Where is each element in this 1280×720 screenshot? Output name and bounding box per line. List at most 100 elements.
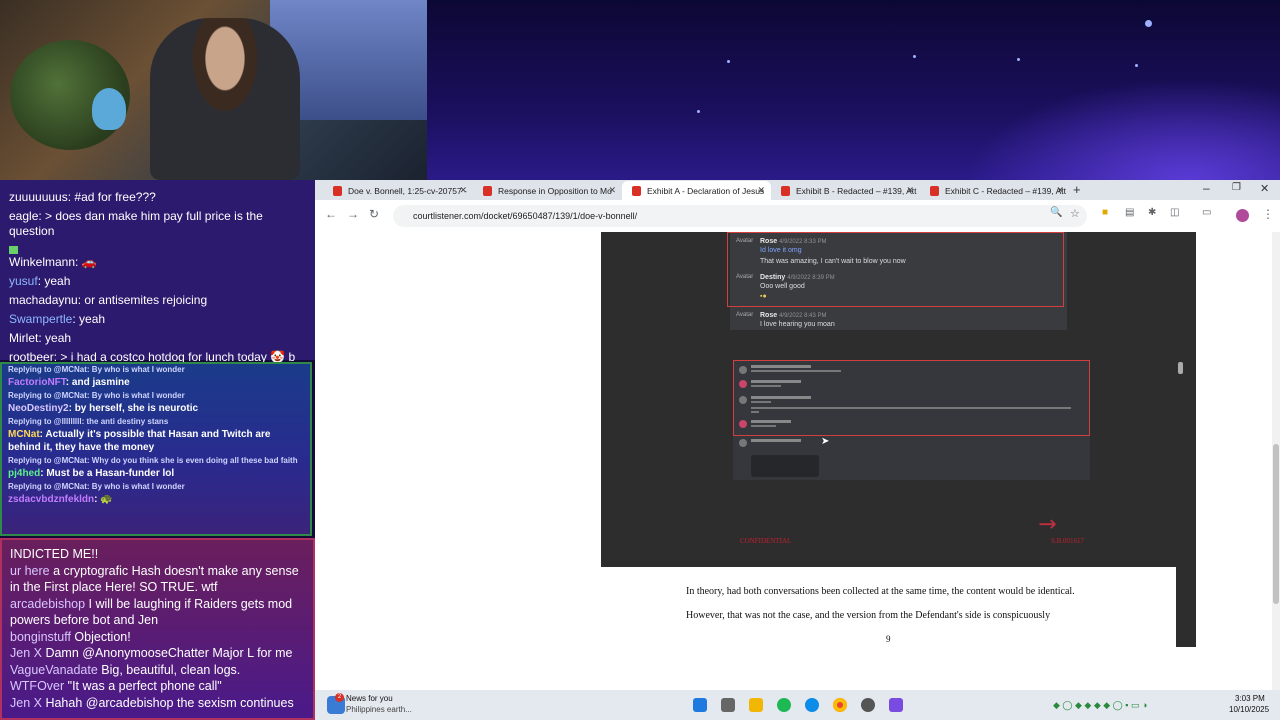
page-scrollbar[interactable] [1272,232,1280,690]
browser-window: Doe v. Bonnell, 1:25-cv-20757 - ✕ Respons… [315,180,1280,690]
chat-message: ur here a cryptografic Hash doesn't make… [10,563,299,595]
cursor-icon: ➤ [821,436,830,447]
chat-message: INDICTED ME!! [10,547,99,561]
paragraph-line: In theory, had both conversations been c… [686,586,1075,597]
minimize-button[interactable]: – [1203,181,1210,195]
message-text: Id love it omg [760,247,802,254]
paragraph-line: However, that was not the case, and the … [686,610,1051,621]
zoom-icon[interactable]: 🔍 [1050,207,1062,218]
pdf-text-block: CONFIDENTIAL S.B.001617 In theory, had b… [601,537,1176,647]
news-badge: 2 [335,693,344,702]
tray-icons[interactable]: ◆ ◯ ◆ ◆ ◆ ◆ ◯ ▪ ▭ ◑ [1053,700,1147,711]
reply-context: Replying to @MCNat: By who is what I won… [8,482,185,491]
avatar-label: Avatar [736,274,754,280]
chat-panel-mid: Replying to @MCNat: By who is what I won… [0,362,312,536]
chat-message: Mirlet: yeah [9,331,72,345]
maximize-button[interactable]: ❐ [1232,182,1241,193]
webcam-person [150,18,300,180]
profile-avatar[interactable] [1236,209,1249,222]
close-icon[interactable]: ✕ [757,185,765,196]
emote-icon [0,241,315,254]
bates-number: S.B.001617 [1051,537,1085,545]
taskbar: 2 News for you Philippines earth... ◆ ◯ … [315,690,1280,720]
tab-response-opposition[interactable]: Response in Opposition to Mo ✕ [473,181,622,200]
message-screenshot-2 [733,360,1090,480]
sidepanel-icon[interactable]: ▭ [1202,207,1211,218]
bookmark-star-icon[interactable]: ☆ [1070,207,1080,220]
back-icon[interactable]: ← [325,207,337,221]
avatar-label: Avatar [736,238,754,244]
emoji-icon: ▪● [760,293,767,300]
tab-bar: Doe v. Bonnell, 1:25-cv-20757 - ✕ Respons… [315,180,1280,200]
file-explorer-icon[interactable] [749,698,763,712]
close-icon[interactable]: ✕ [1056,185,1064,196]
message-text: I love hearing you moan [760,321,835,328]
pdf-icon [632,185,641,196]
chat-message: FactorioNFT: and jasmine [8,377,130,388]
arrow-icon: ↘ [1031,508,1063,540]
windows-start-icon[interactable] [693,698,707,712]
extension-icon[interactable]: ✱ [1148,207,1156,218]
reload-icon[interactable]: ↻ [369,207,379,221]
close-icon[interactable]: ✕ [608,185,616,196]
chat-message: NeoDestiny2: by herself, she is neurotic [8,403,199,414]
page-number: 9 [886,634,891,644]
chat-message: Winkelmann: 🚗 [9,255,97,269]
tab-exhibit-b[interactable]: Exhibit B - Redacted – #139, Att ✕ [771,181,920,200]
avatar-label: Avatar [736,312,754,318]
chat-message: yusuf: yeah [9,274,71,288]
pdf-viewer: Avatar Rose 4/9/2022 8:33 PM Id love it … [315,232,1280,690]
pdf-icon [930,185,939,196]
chat-message: VagueVanadate Big, beautiful, clean logs… [10,662,241,677]
puzzle-icon[interactable]: ◫ [1170,207,1179,218]
confidential-label: CONFIDENTIAL [740,537,792,545]
address-bar: ← → ↻ courtlistener.com/docket/69650487/… [315,200,1280,232]
tab-exhibit-a[interactable]: Exhibit A - Declaration of Jesus ✕ [622,181,771,200]
news-title[interactable]: News for you [346,694,393,703]
new-tab-button[interactable]: + [1073,182,1081,197]
chat-panel-bottom: INDICTED ME!! ur here a cryptografic Has… [0,538,315,720]
close-icon[interactable]: ✕ [459,185,467,196]
tab-doe-v-bonnell[interactable]: Doe v. Bonnell, 1:25-cv-20757 - ✕ [323,181,473,200]
chat-message: eagle: > does dan make him pay full pric… [9,209,263,238]
chat-message: Jen X Damn @AnonymooseChatter Major L fo… [10,646,293,660]
tab-exhibit-c[interactable]: Exhibit C - Redacted – #139, Att ✕ [920,181,1070,200]
reply-context: Replying to @lllllllll: the anti destiny… [8,417,169,426]
url-field[interactable]: courtlistener.com/docket/69650487/139/1/… [393,205,1087,227]
reply-context: Replying to @MCNat: By who is what I won… [8,365,185,374]
chrome-icon[interactable] [833,698,847,712]
close-window-button[interactable]: ✕ [1260,182,1269,195]
clock-time[interactable]: 3:03 PM [1235,694,1265,703]
chat-message: arcadebishop I will be laughing if Raide… [10,596,293,628]
close-icon[interactable]: ✕ [906,185,914,196]
clock-date[interactable]: 10/10/2025 [1229,705,1269,714]
chat-message: machadaynu: or antisemites rejoicing [9,293,208,307]
trash-icon[interactable]: ▤ [1125,207,1134,218]
chat-message: zsdacvbdznfekldn: 🐢 [8,494,113,505]
chat-message: Swampertle: yeah [9,312,106,326]
chat-message: pj4hed: Must be a Hasan-funder lol [8,468,175,479]
obs-icon[interactable] [889,698,903,712]
message-text: That was amazing, I can't wait to blow y… [760,258,906,265]
scroll-thumb[interactable] [1273,444,1279,604]
webcam-feed [0,0,427,180]
spotify-icon[interactable] [777,698,791,712]
task-view-icon[interactable] [721,698,735,712]
menu-icon[interactable]: ⋮ [1262,207,1274,221]
webcam-toy [92,88,126,130]
forward-icon[interactable]: → [347,207,359,221]
chat-panel-top: zuuuuuuus: #ad for free??? eagle: > does… [0,180,315,364]
edge-icon[interactable] [805,698,819,712]
space-background [427,0,1280,180]
chat-message: Jen X Hahah @arcadebishop the sexism con… [10,695,294,710]
pdf-icon [781,185,790,196]
pdf-scroll-thumb[interactable] [1178,362,1183,374]
chat-message: bonginstuff Objection! [10,629,131,644]
news-subtitle[interactable]: Philippines earth... [346,705,412,714]
reply-context: Replying to @MCNat: Why do you think she… [8,456,298,465]
pdf-icon [333,185,342,196]
folder-icon[interactable]: ■ [1102,207,1108,218]
message-text: Ooo well good [760,283,805,290]
chat-message: MCNat: Actually it's possible that Hasan… [8,429,271,453]
app-icon[interactable] [861,698,875,712]
